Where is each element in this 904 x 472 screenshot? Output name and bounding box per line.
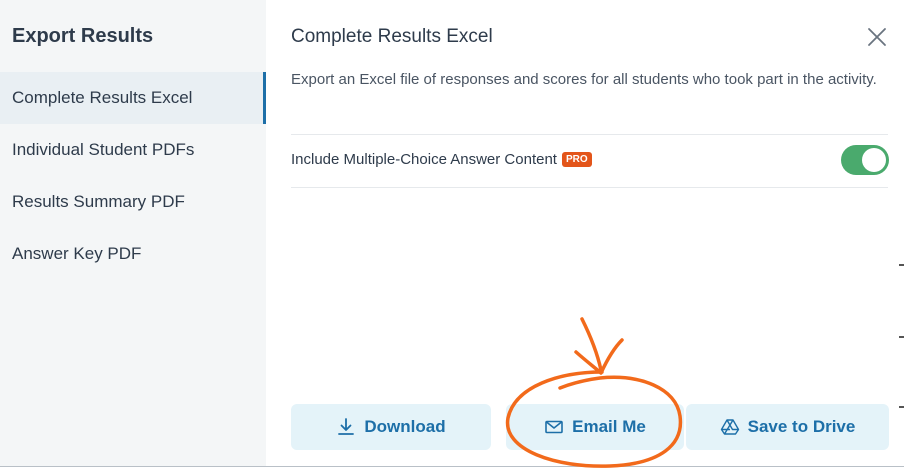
sidebar-item-label: Individual Student PDFs [12,140,195,159]
toggle-knob [862,148,886,172]
envelope-icon [544,417,564,437]
close-icon [868,28,886,46]
panel-title: Complete Results Excel [291,26,493,47]
edge-mark [899,336,904,338]
divider [291,134,888,135]
sidebar-item-individual-student-pdfs[interactable]: Individual Student PDFs [0,124,266,176]
sidebar-item-results-summary-pdf[interactable]: Results Summary PDF [0,176,266,228]
sidebar-item-label: Results Summary PDF [12,192,185,211]
sidebar: Export Results Complete Results Excel In… [0,0,266,466]
download-icon [336,417,356,437]
window-bottom-border [0,466,904,467]
email-me-button[interactable]: Email Me [506,404,684,450]
main-panel: Complete Results Excel Export an Excel f… [266,0,904,466]
sidebar-title: Export Results [12,25,154,47]
close-button[interactable] [864,24,890,50]
pro-badge: PRO [561,152,592,167]
edge-mark [899,264,904,266]
include-answer-content-toggle[interactable] [841,145,889,175]
email-me-label: Email Me [572,417,646,436]
option-row: Include Multiple-Choice Answer Content P… [291,151,592,168]
edge-mark [899,406,904,408]
save-to-drive-label: Save to Drive [747,417,856,436]
option-label: Include Multiple-Choice Answer Content [291,151,557,168]
divider [291,187,888,188]
download-label: Download [364,417,446,436]
sidebar-item-label: Complete Results Excel [12,88,193,107]
download-button[interactable]: Download [291,404,491,450]
sidebar-item-complete-results-excel[interactable]: Complete Results Excel [0,72,266,124]
sidebar-item-label: Answer Key PDF [12,244,142,263]
save-to-drive-button[interactable]: Save to Drive [686,404,889,450]
drive-icon [720,417,740,437]
sidebar-item-answer-key-pdf[interactable]: Answer Key PDF [0,228,266,280]
panel-description: Export an Excel file of responses and sc… [291,71,877,88]
